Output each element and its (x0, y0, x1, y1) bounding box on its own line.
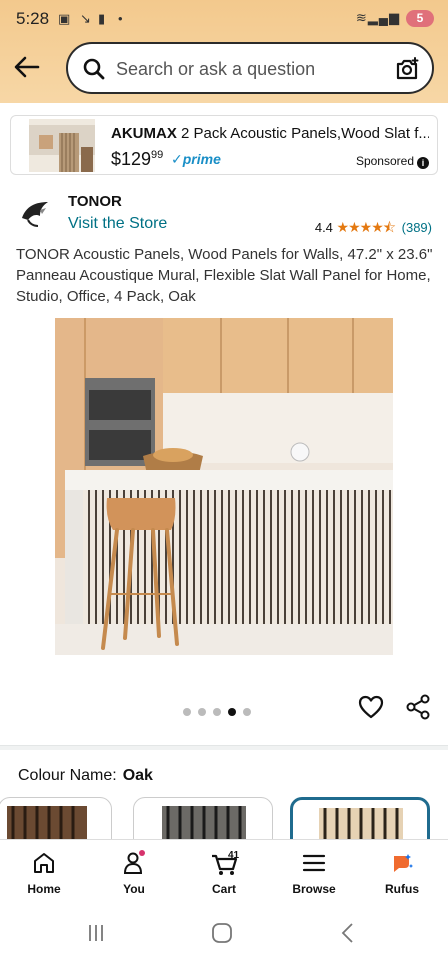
search-input[interactable]: Search or ask a question (66, 42, 434, 94)
search-placeholder: Search or ask a question (116, 59, 316, 79)
recent-apps-icon[interactable] (86, 923, 106, 943)
ad-product-thumbnail (29, 119, 95, 172)
heart-icon[interactable] (357, 693, 385, 721)
header-bar: 5:28 ▣ ↘ ▮ • ≋▂▄▆ 5 Search or ask a ques… (0, 0, 448, 103)
colour-value: Oak (122, 767, 153, 784)
carousel-dot[interactable] (213, 708, 221, 716)
ad-price: $12999 (111, 149, 163, 170)
missed-call-icon: ↘ (80, 11, 91, 26)
share-icon[interactable] (404, 693, 432, 721)
info-icon: i (417, 157, 429, 169)
screenshot-icon: ▣ (58, 11, 71, 26)
rufus-icon (394, 854, 413, 872)
nav-rufus[interactable]: Rufus (362, 850, 442, 896)
ad-title-text: 2 Pack Acoustic Panels,Wood Slat f... (176, 125, 429, 142)
bottom-navigation: Home You 41 Cart Browse Rufus (0, 839, 448, 911)
ad-price-cents: 99 (151, 149, 164, 161)
home-button-icon[interactable] (211, 922, 233, 944)
menu-icon (302, 854, 326, 872)
carousel-dot[interactable] (228, 708, 236, 716)
carousel-dot[interactable] (243, 708, 251, 716)
status-bar: 5:28 ▣ ↘ ▮ • ≋▂▄▆ 5 (0, 0, 448, 36)
prime-badge: ✓prime (171, 151, 221, 167)
nav-you-label: You (123, 882, 145, 896)
rating-value: 4.4 (314, 220, 333, 235)
nav-browse[interactable]: Browse (274, 850, 354, 896)
tonor-logo (22, 202, 48, 227)
nav-rufus-label: Rufus (385, 882, 419, 896)
brand-name: TONOR (68, 193, 122, 210)
system-navigation-bar (0, 911, 448, 960)
star-rating-icon: ★★★★⯪ (336, 219, 396, 235)
rating-summary[interactable]: 4.4 ★★★★⯪ (389) (315, 217, 432, 241)
carousel-dot[interactable] (198, 708, 206, 716)
battery-icon: 5 (406, 10, 434, 27)
clock: 5:28 (16, 9, 50, 28)
nav-cart-label: Cart (211, 882, 236, 896)
nav-cart[interactable]: 41 Cart (184, 850, 264, 896)
visit-store-link[interactable]: Visit the Store (68, 215, 167, 233)
colour-label: Colour Name: (18, 767, 117, 784)
sponsored-ad-card[interactable]: AKUMAX 2 Pack Acoustic Panels,Wood Slat … (10, 115, 438, 175)
person-icon (123, 850, 145, 874)
colour-selector-label: Colour Name: Oak (18, 767, 153, 785)
search-icon (83, 58, 105, 80)
nav-home-label: Home (27, 882, 61, 896)
dot-icon: • (118, 11, 123, 26)
camera-search-icon[interactable] (394, 56, 420, 82)
ad-price-dollars: $129 (111, 149, 152, 169)
ad-title: AKUMAX 2 Pack Acoustic Panels,Wood Slat … (111, 125, 429, 142)
cart-count-badge: 41 (228, 850, 240, 861)
rating-count: (389) (401, 220, 432, 235)
sponsored-text: Sponsored (355, 154, 414, 168)
ad-brand: AKUMAX (111, 125, 177, 142)
image-carousel-dots[interactable] (183, 703, 258, 721)
sponsored-label[interactable]: Sponsored i (356, 154, 429, 169)
section-divider (0, 745, 448, 750)
nav-you[interactable]: You (94, 850, 174, 896)
home-icon (34, 853, 54, 873)
prime-label: prime (182, 151, 221, 167)
carousel-dot[interactable] (183, 708, 191, 716)
alert-icon: ▮ (98, 11, 106, 26)
product-title: TONOR Acoustic Panels, Wood Panels for W… (16, 246, 433, 305)
signal-icon: ≋▂▄▆ (355, 10, 400, 25)
nav-browse-label: Browse (292, 882, 336, 896)
product-image[interactable] (55, 318, 393, 655)
system-back-icon[interactable] (338, 922, 358, 944)
back-arrow-icon[interactable] (12, 54, 42, 80)
nav-home[interactable]: Home (4, 850, 84, 896)
